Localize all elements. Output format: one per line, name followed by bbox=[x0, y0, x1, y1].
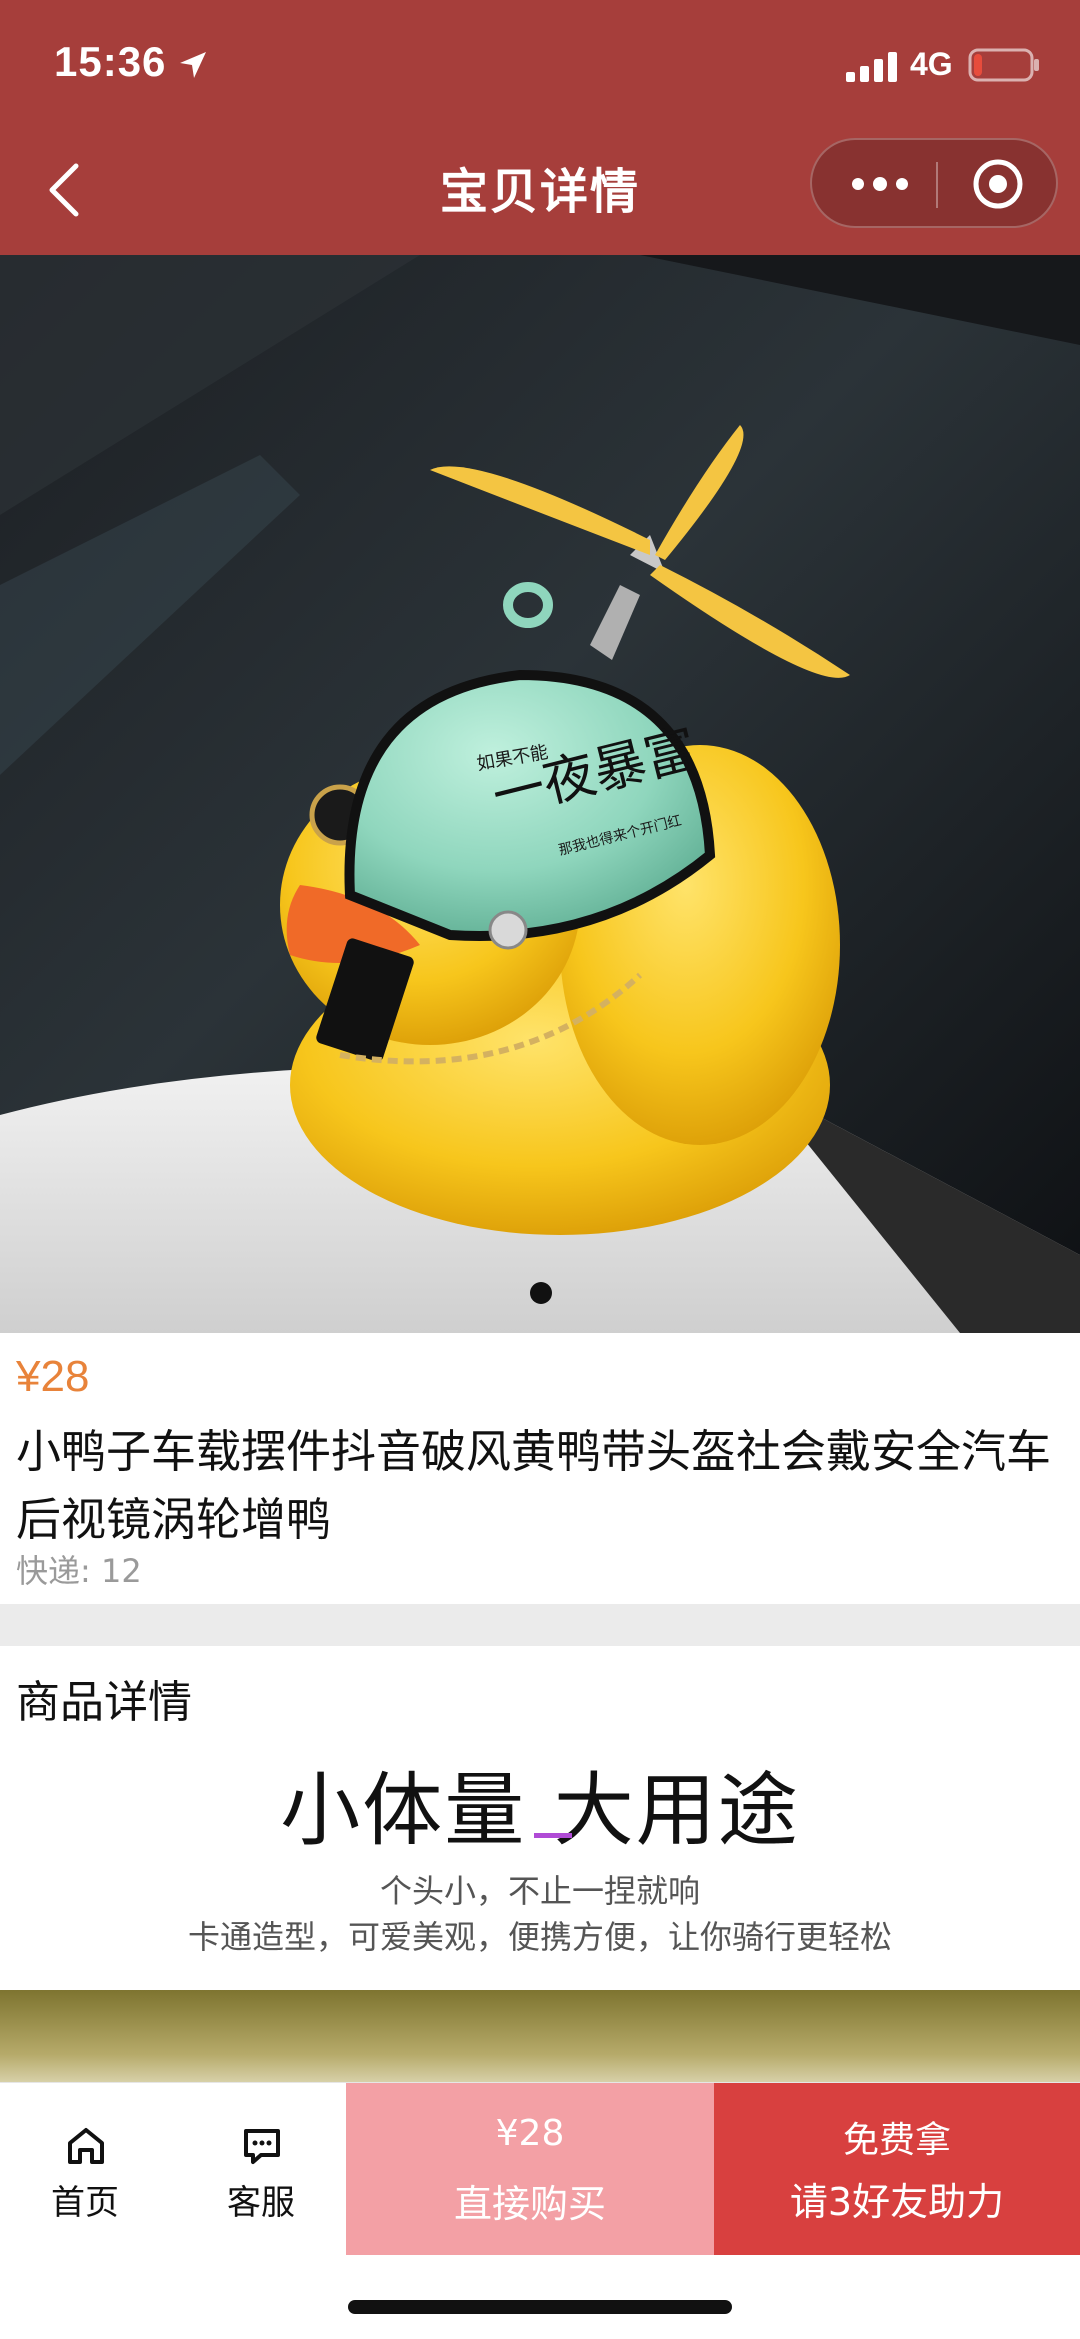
signal-icon bbox=[846, 52, 897, 82]
mini-program-capsule bbox=[810, 138, 1058, 228]
section-divider bbox=[0, 1604, 1080, 1646]
carousel-indicator bbox=[530, 1282, 552, 1304]
buy-now-button[interactable]: ¥28 直接购买 bbox=[346, 2083, 714, 2255]
buy-price: ¥28 bbox=[495, 2113, 565, 2154]
home-nav[interactable]: 首页 bbox=[0, 2083, 170, 2255]
status-time: 15:36 bbox=[54, 38, 167, 85]
details-section-title: 商品详情 bbox=[16, 1677, 192, 1728]
get-free-button[interactable]: 免费拿 请3好友助力 bbox=[714, 2083, 1080, 2255]
more-dots-icon[interactable] bbox=[850, 164, 910, 204]
network-type: 4G bbox=[910, 46, 953, 82]
header-bar: 15:36 4G 宝贝详情 bbox=[0, 0, 1080, 255]
product-title: 小鸭子车载摆件抖音破风黄鸭带头盔社会戴安全汽车后视镜涡轮增鸭 bbox=[16, 1425, 1052, 1546]
location-arrow-icon bbox=[180, 52, 206, 78]
product-photo: 如果不能 一夜暴富 那我也得来个开门红 bbox=[0, 255, 1080, 1333]
detail-tagline: 小体量 大用途 bbox=[280, 1764, 800, 1857]
close-miniprogram-icon[interactable] bbox=[972, 158, 1024, 210]
tagline-accent bbox=[534, 1833, 572, 1838]
chat-bubble-icon bbox=[244, 2129, 280, 2164]
detail-subtitle-2: 卡通造型，可爱美观，便携方便，让你骑行更轻松 bbox=[187, 1918, 892, 1956]
home-indicator bbox=[348, 2300, 732, 2314]
battery-icon bbox=[968, 48, 1039, 82]
capsule-divider bbox=[936, 162, 938, 208]
home-icon bbox=[68, 2128, 104, 2164]
detail-subtitle-1: 个头小，不止一捏就响 bbox=[379, 1872, 700, 1910]
service-label: 客服 bbox=[227, 2183, 295, 2223]
free-label-2: 请3好友助力 bbox=[789, 2180, 1005, 2224]
customer-service-nav[interactable]: 客服 bbox=[176, 2083, 346, 2255]
product-price: ¥28 bbox=[16, 1352, 90, 1401]
free-label-1: 免费拿 bbox=[842, 2120, 951, 2161]
detail-image-strip bbox=[0, 1990, 1080, 2082]
product-image[interactable]: 如果不能 一夜暴富 那我也得来个开门红 bbox=[0, 255, 1080, 1333]
home-label: 首页 bbox=[51, 2183, 119, 2223]
shipping-fee: 快递: 12 bbox=[16, 1552, 142, 1590]
bottom-action-bar: 首页 客服 ¥28 直接购买 免费拿 请3好友助力 bbox=[0, 2082, 1080, 2255]
buy-label: 直接购买 bbox=[453, 2182, 606, 2226]
